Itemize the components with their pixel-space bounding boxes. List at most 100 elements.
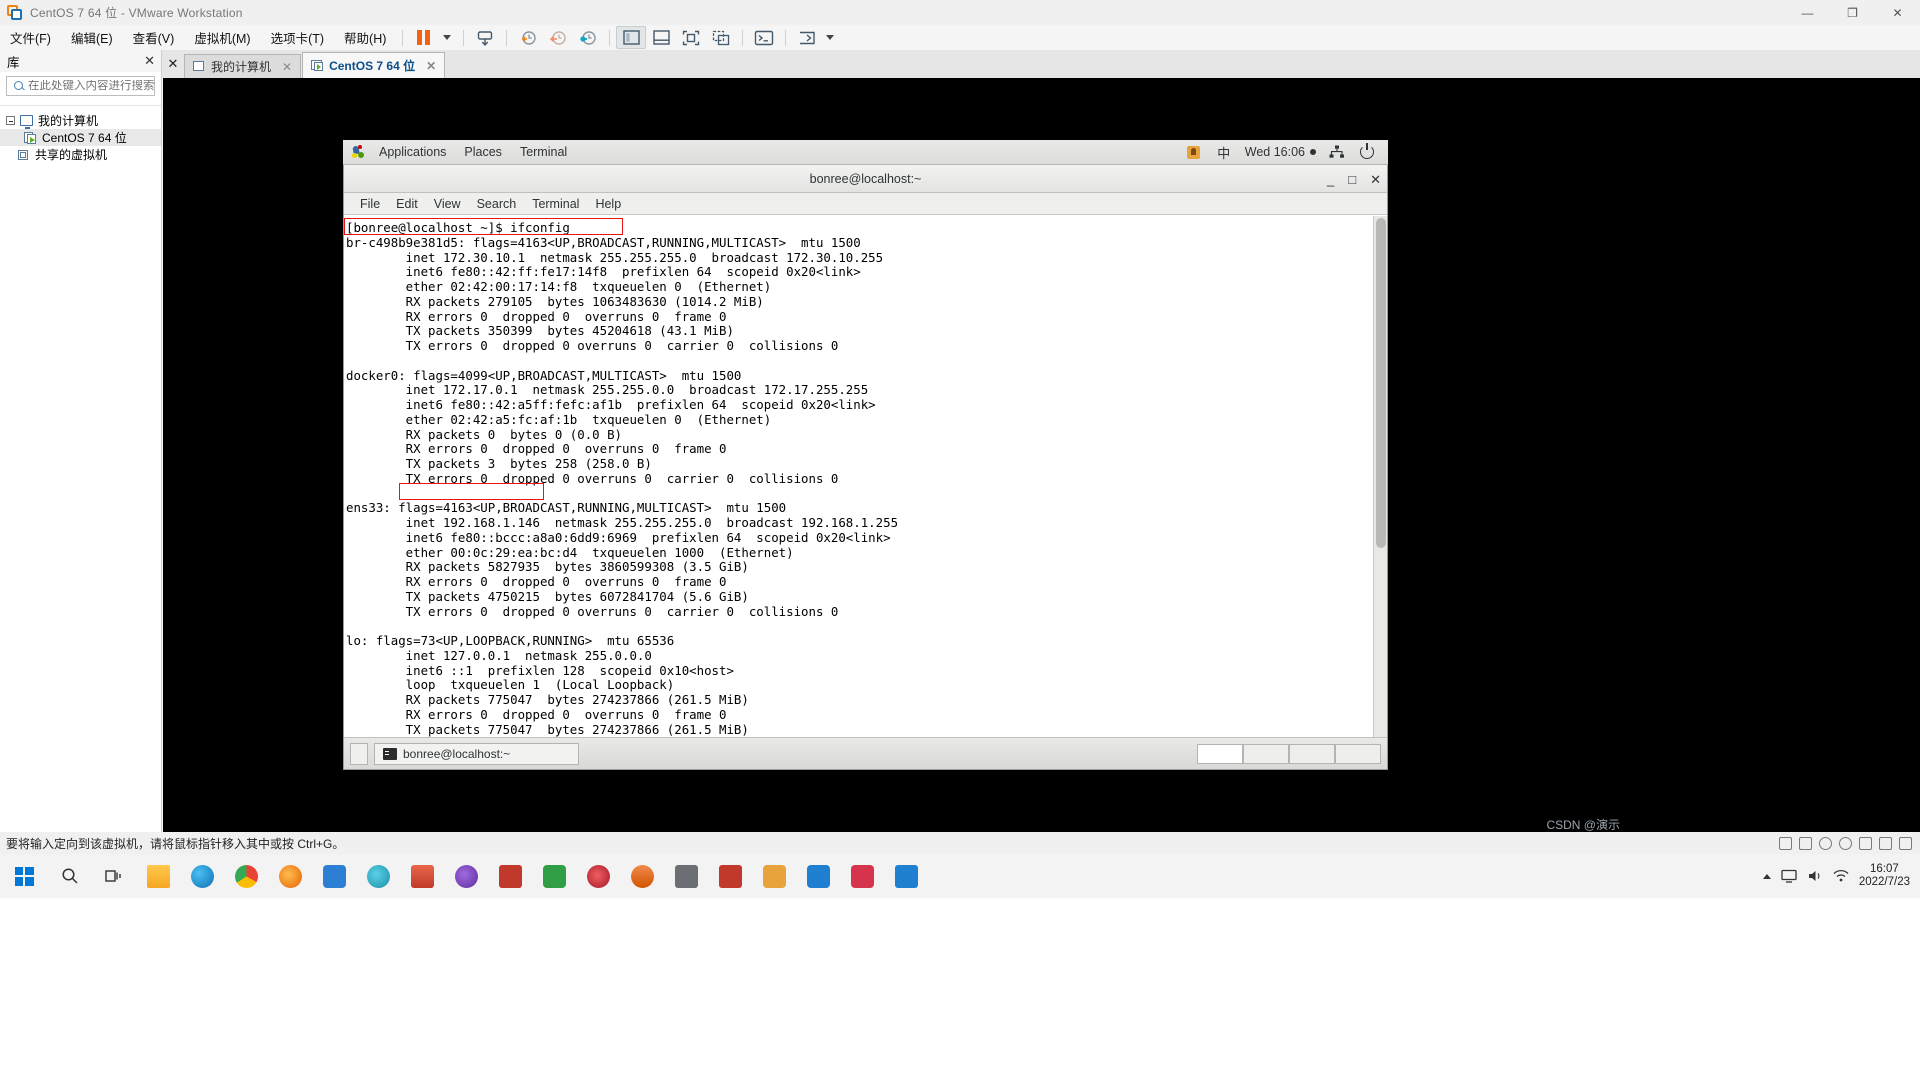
taskbar-app-photos[interactable] <box>400 854 444 898</box>
taskbar-app-yellow[interactable] <box>752 854 796 898</box>
menu-applications[interactable]: Applications <box>370 140 455 165</box>
take-snapshot-button[interactable] <box>513 26 543 49</box>
terminal-menu-file[interactable]: File <box>352 197 388 211</box>
scrollbar-thumb[interactable] <box>1376 218 1386 548</box>
network-adapter-icon[interactable] <box>1819 836 1832 850</box>
volume-icon[interactable] <box>1807 869 1823 883</box>
send-keystrokes-dropdown[interactable] <box>822 26 838 49</box>
terminal-menu-terminal[interactable]: Terminal <box>524 197 587 211</box>
sound-card-icon[interactable] <box>1859 836 1872 850</box>
taskbar-chrome[interactable] <box>224 854 268 898</box>
taskbar-item-terminal[interactable]: bonree@localhost:~ <box>374 742 579 765</box>
windows-logo-icon <box>14 866 34 886</box>
taskbar-edge[interactable] <box>180 854 224 898</box>
terminal-output[interactable]: [bonree@localhost ~]$ ifconfig br-c498b9… <box>344 216 1373 737</box>
terminal-menu-edit[interactable]: Edit <box>388 197 426 211</box>
taskbar-app-blue2[interactable] <box>796 854 840 898</box>
taskbar-vmware[interactable] <box>884 854 928 898</box>
maximize-button[interactable]: ❐ <box>1830 0 1875 25</box>
start-button[interactable] <box>0 854 48 898</box>
taskbar-app-blue[interactable] <box>312 854 356 898</box>
suspend-button[interactable] <box>409 26 437 49</box>
vm-display-area[interactable]: Applications Places Terminal 中 Wed 16:06 <box>163 78 1920 832</box>
system-clock[interactable]: 16:07 2022/7/23 <box>1859 863 1910 889</box>
display-icon[interactable] <box>1899 836 1912 850</box>
taskbar-filezilla[interactable] <box>488 854 532 898</box>
tab-my-computer[interactable]: 我的计算机 ✕ <box>184 54 302 78</box>
menu-help[interactable]: 帮助(H) <box>334 25 396 50</box>
clock-indicator[interactable]: Wed 16:06 <box>1239 145 1322 159</box>
pause-icon <box>416 30 430 45</box>
menu-edit[interactable]: 编辑(E) <box>61 25 123 50</box>
send-keystrokes-button[interactable] <box>792 26 822 49</box>
cd-drive-icon[interactable] <box>1799 836 1812 850</box>
tree-item-shared-vms[interactable]: 共享的虚拟机 <box>0 146 161 163</box>
revert-snapshot-button[interactable] <box>543 26 573 49</box>
terminal-minimize-button[interactable]: _ <box>1327 173 1334 186</box>
unity-mode-button[interactable] <box>706 26 736 49</box>
expander-icon[interactable] <box>6 116 15 125</box>
show-library-button[interactable] <box>616 26 647 49</box>
minimize-button[interactable]: — <box>1785 0 1830 25</box>
terminal-body[interactable]: [bonree@localhost ~]$ ifconfig br-c498b9… <box>344 216 1387 737</box>
taskbar-file-explorer[interactable] <box>136 854 180 898</box>
printer-icon[interactable] <box>1879 836 1892 850</box>
terminal-scrollbar[interactable] <box>1373 216 1387 737</box>
tree-item-centos7[interactable]: CentOS 7 64 位 <box>0 129 161 146</box>
workspace-switcher[interactable] <box>350 742 368 765</box>
taskbar-app-teal[interactable] <box>356 854 400 898</box>
network-icon[interactable] <box>1322 140 1352 165</box>
notification-bell-icon[interactable] <box>1179 140 1209 165</box>
workspace-2[interactable] <box>1243 743 1289 764</box>
menu-terminal[interactable]: Terminal <box>511 140 576 165</box>
taskbar-app-red[interactable] <box>840 854 884 898</box>
show-thumbnail-bar-button[interactable] <box>646 26 676 49</box>
menu-view[interactable]: 查看(V) <box>123 25 185 50</box>
tab-close-icon[interactable]: ✕ <box>282 60 292 74</box>
terminal-close-button[interactable]: ✕ <box>1370 173 1381 186</box>
taskbar-app-spiral[interactable] <box>576 854 620 898</box>
monitor-tray-icon[interactable] <box>1781 869 1797 883</box>
workspace-1[interactable] <box>1197 743 1243 764</box>
power-dropdown-button[interactable] <box>437 26 457 49</box>
manage-snapshots-button[interactable] <box>573 26 603 49</box>
task-view-button[interactable] <box>92 854 136 898</box>
taskbar-app-green[interactable] <box>532 854 576 898</box>
menu-file[interactable]: 文件(F) <box>0 25 61 50</box>
tree-item-my-computer[interactable]: 我的计算机 <box>0 112 161 129</box>
taskbar-wps[interactable] <box>708 854 752 898</box>
menu-tabs[interactable]: 选项卡(T) <box>261 25 334 50</box>
terminal-menu-help[interactable]: Help <box>587 197 629 211</box>
tab-centos7[interactable]: CentOS 7 64 位 ✕ <box>302 52 446 78</box>
tabbar-close-icon[interactable]: ✕ <box>162 50 184 78</box>
input-method-indicator[interactable]: 中 <box>1209 140 1239 165</box>
library-close-icon[interactable]: ✕ <box>144 53 155 69</box>
menu-places[interactable]: Places <box>455 140 511 165</box>
wps-icon <box>718 864 742 888</box>
terminal-menu-view[interactable]: View <box>426 197 469 211</box>
search-input[interactable] <box>28 80 182 92</box>
taskbar-app-gray[interactable] <box>664 854 708 898</box>
toolbar-separator-1 <box>402 29 404 46</box>
taskbar-app-pencil[interactable] <box>620 854 664 898</box>
taskbar-app-purple[interactable] <box>444 854 488 898</box>
workspace-3[interactable] <box>1289 743 1335 764</box>
library-search-box[interactable] <box>6 76 188 96</box>
fullscreen-button[interactable] <box>676 26 706 49</box>
terminal-maximize-button[interactable]: □ <box>1348 173 1356 186</box>
snapshot-manager-button[interactable] <box>470 26 500 49</box>
power-menu-icon[interactable] <box>1352 140 1382 165</box>
workspace-4[interactable] <box>1335 743 1381 764</box>
search-taskbar-button[interactable] <box>48 854 92 898</box>
tab-close-icon[interactable]: ✕ <box>426 59 436 73</box>
console-view-button[interactable] <box>749 26 779 49</box>
tray-expand-icon[interactable] <box>1762 873 1771 879</box>
usb-icon[interactable] <box>1839 836 1852 850</box>
hard-disk-icon[interactable] <box>1779 836 1792 850</box>
menu-virtual-machine[interactable]: 虚拟机(M) <box>184 25 260 50</box>
toolbar-separator-2 <box>463 29 465 46</box>
taskbar-firefox[interactable] <box>268 854 312 898</box>
terminal-menu-search[interactable]: Search <box>469 197 525 211</box>
network-tray-icon[interactable] <box>1833 869 1849 883</box>
close-button[interactable]: ✕ <box>1875 0 1920 25</box>
